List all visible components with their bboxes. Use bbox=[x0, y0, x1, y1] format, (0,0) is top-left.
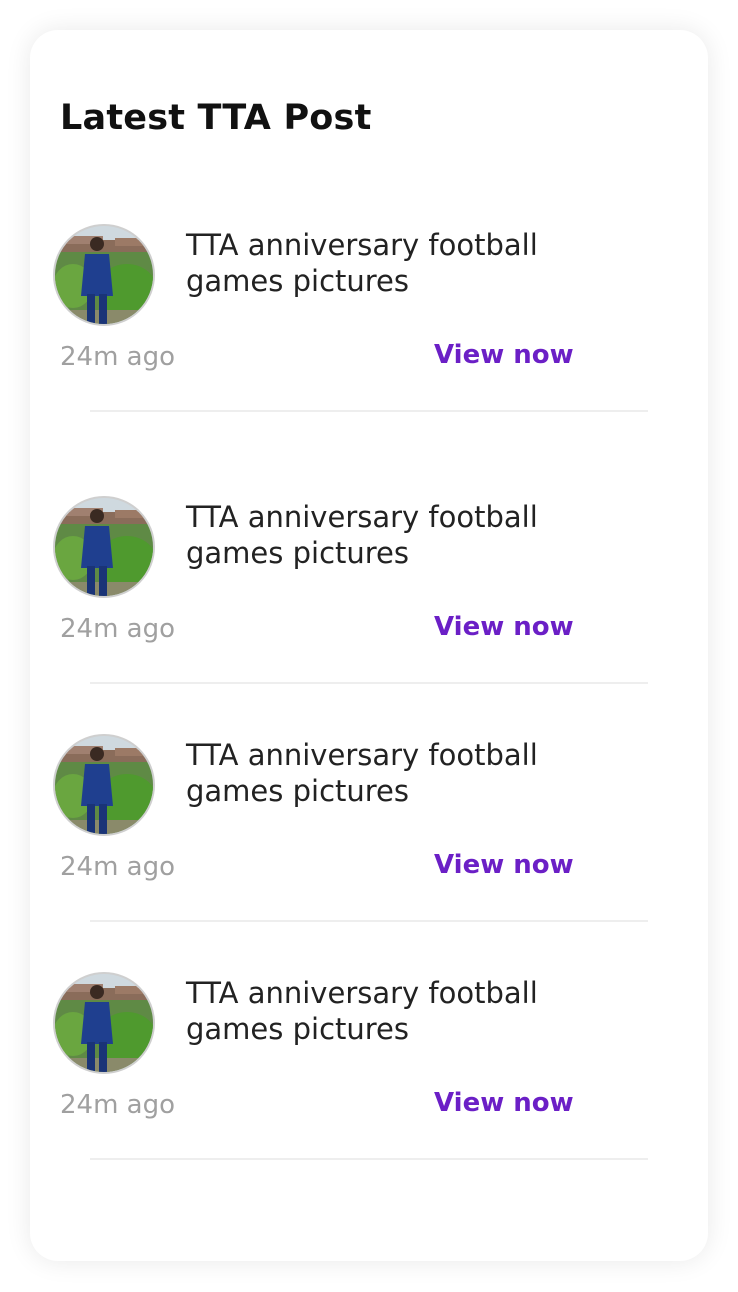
divider bbox=[90, 1158, 648, 1160]
view-now-link[interactable]: View now bbox=[434, 340, 574, 370]
view-now-link[interactable]: View now bbox=[434, 612, 574, 642]
post-title[interactable]: TTA anniversary football games pictures bbox=[186, 975, 606, 1047]
post-timestamp: 24m ago bbox=[60, 614, 176, 644]
post-timestamp: 24m ago bbox=[60, 1090, 176, 1120]
post-avatar bbox=[53, 972, 155, 1074]
post-avatar bbox=[53, 224, 155, 326]
post-timestamp: 24m ago bbox=[60, 852, 176, 882]
divider bbox=[90, 920, 648, 922]
post-item[interactable]: TTA anniversary football games pictures … bbox=[53, 224, 618, 372]
card-title: Latest TTA Post bbox=[60, 98, 372, 138]
post-title[interactable]: TTA anniversary football games pictures bbox=[186, 227, 606, 299]
post-item[interactable]: TTA anniversary football games pictures … bbox=[53, 496, 618, 644]
divider bbox=[90, 682, 648, 684]
view-now-link[interactable]: View now bbox=[434, 1088, 574, 1118]
post-item[interactable]: TTA anniversary football games pictures … bbox=[53, 734, 618, 882]
post-avatar bbox=[53, 496, 155, 598]
post-timestamp: 24m ago bbox=[60, 342, 176, 372]
post-avatar bbox=[53, 734, 155, 836]
divider bbox=[90, 410, 648, 412]
post-title[interactable]: TTA anniversary football games pictures bbox=[186, 737, 606, 809]
view-now-link[interactable]: View now bbox=[434, 850, 574, 880]
post-title[interactable]: TTA anniversary football games pictures bbox=[186, 499, 606, 571]
post-item[interactable]: TTA anniversary football games pictures … bbox=[53, 972, 618, 1120]
